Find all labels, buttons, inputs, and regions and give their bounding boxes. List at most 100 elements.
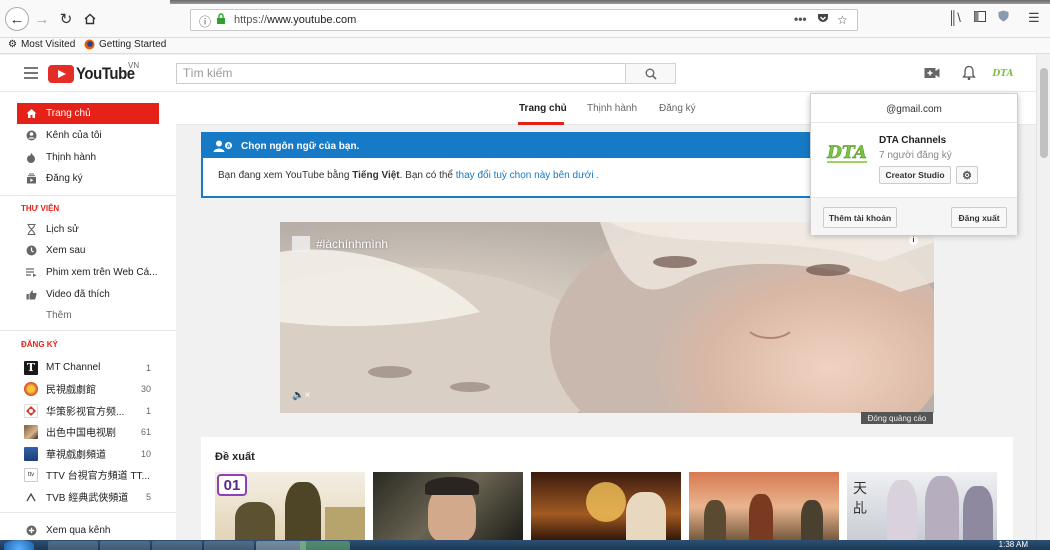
bookmark-star-icon[interactable]: ☆ <box>837 13 848 27</box>
sidebar-item-watch-later[interactable]: Xem sau <box>17 240 159 261</box>
sidebar-item-label: Trang chủ <box>46 108 91 119</box>
new-video-count: 1 <box>145 362 151 373</box>
gear-icon: ⚙ <box>962 169 972 182</box>
sidebar-item-trending[interactable]: Thịnh hành <box>17 147 159 168</box>
sidebar-item-label: Phim xem trên Web Cá... <box>46 267 158 278</box>
shelf-title: Đề xuất <box>215 451 255 463</box>
close-ad-button[interactable]: Đóng quảng cáo <box>861 412 933 424</box>
sidebar-item-subscriptions[interactable]: Đăng ký <box>17 168 159 189</box>
reload-button[interactable]: ↻ <box>55 8 77 30</box>
sidebar-subscription[interactable]: T MT Channel 1 <box>17 357 159 378</box>
account-menu-footer: Thêm tài khoản Đăng xuất <box>811 197 1017 235</box>
change-language-link[interactable]: thay đổi tuỳ chọn này bên dưới <box>456 170 594 181</box>
home-button[interactable] <box>79 8 101 30</box>
guide-menu-icon[interactable] <box>24 67 38 79</box>
page-actions-icon[interactable]: ••• <box>794 12 807 26</box>
avatar[interactable]: DTA <box>991 65 1015 81</box>
sidebar-divider <box>0 195 176 196</box>
creator-studio-button[interactable]: Creator Studio <box>879 166 951 184</box>
gear-icon: ⚙ <box>8 39 17 50</box>
masthead: YouTube VN Tìm kiếm DTA <box>0 55 1036 92</box>
menu-icon[interactable]: ☰ <box>1028 10 1040 26</box>
video-thumbnail[interactable]: 天乩 <box>847 472 997 542</box>
bookmarks-bar: ⚙ Most Visited Getting Started <box>0 38 1050 54</box>
bookmark-label: Most Visited <box>20 39 76 50</box>
youtube-logo[interactable]: YouTube VN <box>48 61 143 84</box>
sidebar-item-my-channel[interactable]: Kênh của tôi <box>17 125 159 146</box>
page-scrollbar[interactable] <box>1036 55 1050 545</box>
info-icon[interactable]: i <box>909 236 918 245</box>
sidebar-item-label: Thịnh hành <box>46 152 97 163</box>
language-icon: A <box>213 140 232 152</box>
sidebar-item-playlist[interactable]: Phim xem trên Web Cá... <box>17 262 159 283</box>
video-thumbnail[interactable] <box>689 472 839 542</box>
taskbar-app[interactable] <box>300 541 350 550</box>
subscriptions-section-title: ĐĂNG KÝ <box>21 340 58 349</box>
taskbar-media[interactable] <box>204 541 254 550</box>
url-bar[interactable]: ⓘ https://www.youtube.com ••• ☆ <box>190 9 858 31</box>
new-video-count: 1 <box>145 405 151 416</box>
account-email: @gmail.com <box>886 104 942 115</box>
mute-icon[interactable]: 🔈× <box>292 390 310 401</box>
recommended-shelf: Đề xuất 01 天乩 <box>201 437 1013 550</box>
sidebar-item-home[interactable]: Trang chủ <box>17 103 159 124</box>
search-input[interactable]: Tìm kiếm <box>176 63 626 84</box>
bookmark-most-visited[interactable]: ⚙ Most Visited <box>8 39 75 50</box>
sidebar-subscription[interactable]: 華視戲劇頻道 10 <box>17 443 159 464</box>
sidebar-icon[interactable] <box>974 10 986 25</box>
pocket-icon[interactable] <box>817 13 829 27</box>
ad-video-player[interactable]: #làchínhmình i 🔈× <box>280 222 934 413</box>
taskbar-explorer[interactable] <box>100 541 150 550</box>
clock-icon <box>25 245 37 257</box>
shield-icon[interactable] <box>998 10 1009 25</box>
forward-button[interactable]: → <box>31 8 53 30</box>
video-thumbnail[interactable] <box>531 472 681 542</box>
new-video-count: 10 <box>140 448 151 459</box>
video-thumbnail[interactable]: 01 <box>215 472 365 542</box>
video-thumbnail[interactable] <box>373 472 523 542</box>
channel-avatar <box>24 446 38 461</box>
url-text: https://www.youtube.com <box>234 14 357 26</box>
bell-icon[interactable] <box>962 65 976 81</box>
sidebar-item-label: Video đã thích <box>46 289 110 300</box>
tab-home[interactable]: Trang chủ <box>519 103 567 114</box>
info-icon[interactable]: ⓘ <box>199 13 211 30</box>
upload-video-icon[interactable] <box>924 67 940 79</box>
library-section-title: THƯ VIỆN <box>21 204 60 213</box>
firefox-icon <box>84 39 95 50</box>
bookmark-getting-started[interactable]: Getting Started <box>84 39 166 50</box>
sign-out-button[interactable]: Đăng xuất <box>951 207 1007 228</box>
scrollbar-thumb[interactable] <box>1040 68 1048 158</box>
settings-button[interactable]: ⚙ <box>956 166 978 184</box>
taskbar-ie[interactable] <box>48 541 98 550</box>
sidebar-item-more[interactable]: Thêm <box>17 305 159 326</box>
sidebar-subscription[interactable]: 民視戲劇館 30 <box>17 378 159 399</box>
active-tab-indicator <box>518 122 564 125</box>
add-circle-icon <box>25 525 37 537</box>
sidebar-subscription[interactable]: 出色中国电视剧 61 <box>17 421 159 442</box>
sidebar-item-history[interactable]: Lịch sử <box>17 219 159 240</box>
back-button[interactable]: ← <box>5 7 29 31</box>
subscriber-count: 7 người đăng ký <box>879 150 952 161</box>
sidebar-subscription[interactable]: ttv TTV 台視官方頻道 TT... <box>17 464 159 485</box>
search-button[interactable] <box>625 63 676 84</box>
add-account-button[interactable]: Thêm tài khoản <box>823 207 897 228</box>
tab-subscriptions[interactable]: Đăng ký <box>659 103 696 114</box>
tab-trending[interactable]: Thịnh hành <box>587 103 637 114</box>
start-button[interactable] <box>4 540 34 550</box>
sidebar-subscription[interactable]: TVB 經典武俠頻道 5 <box>17 486 159 507</box>
video-title: #làchínhmình <box>316 237 389 251</box>
subscriptions-icon <box>25 173 37 185</box>
search-icon <box>645 68 657 80</box>
account-icon <box>25 130 37 142</box>
channel-avatar[interactable]: DTA <box>823 134 871 170</box>
sidebar-item-browse-channels[interactable]: Xem qua kênh <box>17 520 159 541</box>
sidebar-subscription[interactable]: 华策影视官方频... 1 <box>17 400 159 421</box>
taskbar-firefox[interactable] <box>256 541 306 550</box>
library-icon[interactable]: ║\ <box>948 10 961 25</box>
guide-sidebar: Trang chủ Kênh của tôi Thịnh hành Đăng k… <box>0 92 176 550</box>
sidebar-divider <box>0 512 176 513</box>
flame-icon <box>25 152 37 164</box>
sidebar-item-liked-videos[interactable]: Video đã thích <box>17 284 159 305</box>
taskbar-chrome[interactable] <box>152 541 202 550</box>
